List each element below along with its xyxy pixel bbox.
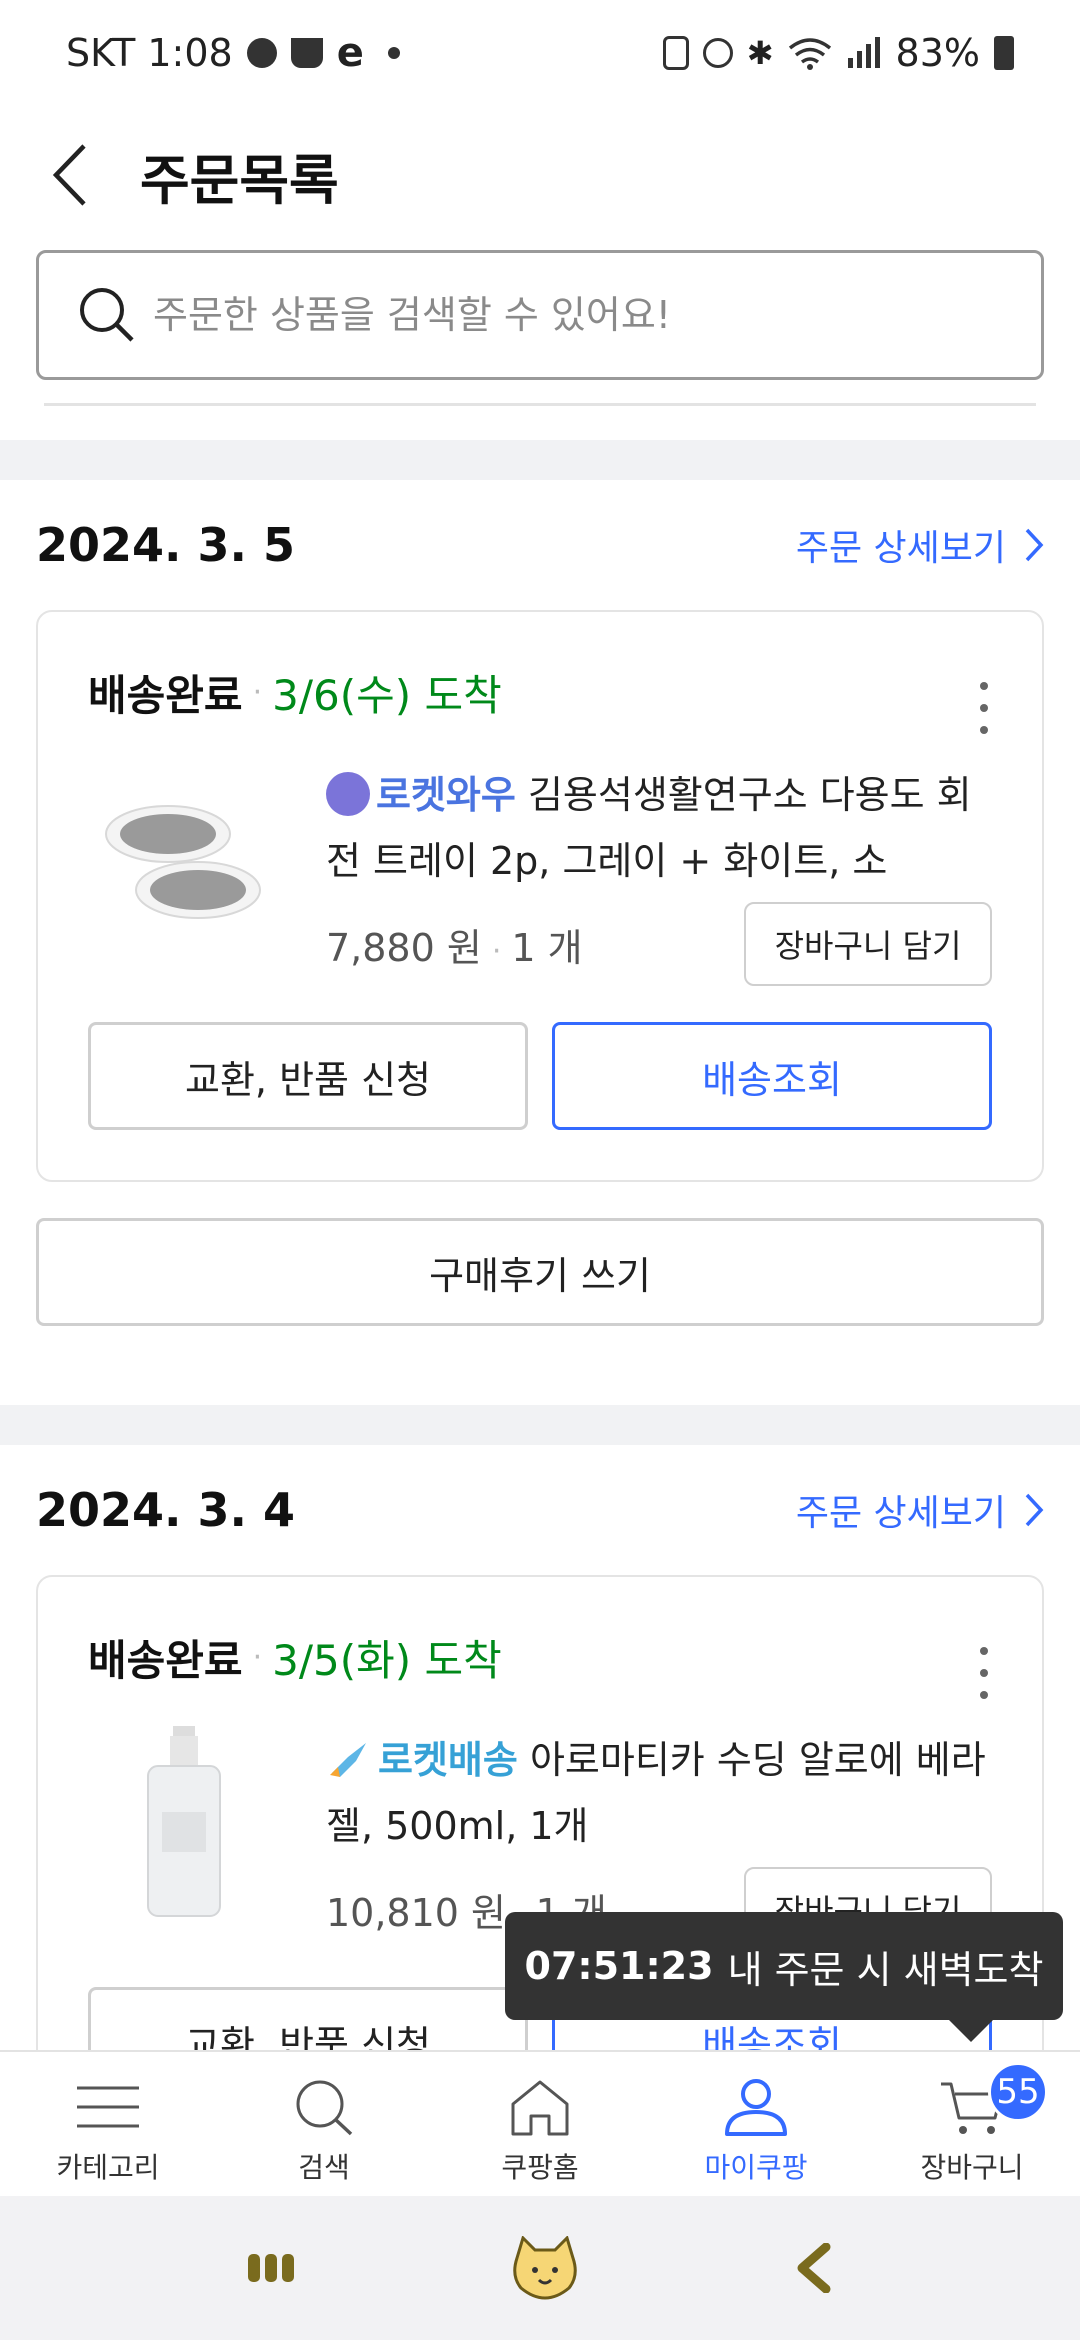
order-search-box[interactable] [36,250,1044,380]
battery-icon [994,35,1014,70]
user-icon [725,2079,787,2136]
vibrate-icon [662,35,689,70]
separator-dot: · [252,674,263,710]
e-notification-icon: e [336,29,364,76]
order-detail-label: 주문 상세보기 [795,528,1006,569]
nav-label: 검색 [298,2151,350,2184]
home-button-icon[interactable] [509,2236,581,2300]
bottom-navigation: 카테고리 검색 쿠팡홈 마이쿠팡 장바구니 55 [0,2050,1080,2196]
wifi-icon [788,37,831,70]
separator-dot: · [252,1639,263,1675]
app-header: 주문목록 [0,105,1080,245]
back-icon[interactable] [794,2243,834,2293]
order-date: 2024. 3. 5 [36,518,296,572]
system-navigation-bar [0,2196,1080,2340]
more-options-icon[interactable] [974,682,994,734]
write-review-button[interactable]: 구매후기 쓰기 [36,1218,1044,1326]
app-notification-icon [246,37,277,68]
search-icon [296,2080,353,2136]
nav-label: 쿠팡홈 [501,2151,579,2184]
product-image[interactable] [88,762,278,952]
battery-percent: 83% [895,30,980,75]
signal-icon [847,36,880,68]
order-detail-link[interactable]: 주문 상세보기 [796,1484,1044,1536]
back-arrow-icon [52,144,86,206]
tooltip-text: 내 주문 시 새벽도착 [727,1947,1044,1992]
dawn-delivery-tooltip: 07:51:23 내 주문 시 새벽도착 [505,1912,1063,2042]
rocket-wow-badge: 로켓와우 [376,773,516,817]
delivery-status: 배송완료 [88,670,243,720]
nav-label: 장바구니 [920,2151,1024,2184]
menu-icon [77,2086,139,2128]
track-delivery-button[interactable]: 배송조회 [552,1022,992,1130]
recent-apps-icon[interactable] [246,2248,296,2288]
rocket-delivery-icon [330,1743,366,1777]
coffee-notification-icon [290,37,323,68]
nav-my-coupang[interactable]: 마이쿠팡 [648,2052,864,2196]
chevron-right-icon [1025,1493,1044,1527]
status-bar: SKT 1:08 e ✱ 83% [0,0,1080,105]
cart-count-badge: 55 [988,2062,1048,2122]
order-card: 배송완료 · 3/6(수) 도착 로켓와우 김용석생활연구소 다용도 회전 트레… [36,610,1044,1182]
product-image[interactable] [88,1726,278,1917]
home-icon [511,2080,569,2136]
nav-search[interactable]: 검색 [216,2052,432,2196]
product-price: 10,810 원 [326,1890,507,1935]
separator-dot: · [491,933,502,969]
more-notifications-icon [387,46,400,59]
nav-home[interactable]: 쿠팡홈 [432,2052,648,2196]
add-to-cart-button[interactable]: 장바구니 담기 [744,902,992,986]
delivery-status: 배송완료 [88,1635,243,1685]
divider [44,403,1036,406]
arrival-date: 3/6(수) 도착 [272,670,502,720]
rocket-delivery-badge: 로켓배송 [378,1738,518,1782]
more-options-icon[interactable] [974,1647,994,1699]
arrival-date: 3/5(화) 도착 [272,1635,502,1685]
rocket-wow-icon [326,772,370,816]
order-detail-link[interactable]: 주문 상세보기 [796,519,1044,571]
section-gap [0,1405,1080,1445]
chevron-right-icon [1025,528,1044,562]
order-group: 2024. 3. 5 주문 상세보기 배송완료 · 3/6(수) 도착 로켓와우… [0,480,1080,1405]
search-input[interactable] [153,293,953,337]
nav-category[interactable]: 카테고리 [0,2052,216,2196]
back-button[interactable] [0,105,140,245]
status-time: SKT 1:08 [66,30,233,75]
exchange-return-button[interactable]: 교환, 반품 신청 [88,1022,528,1130]
exchange-return-button[interactable]: 교환, 반품 신청 [88,1987,528,2050]
countdown-timer: 07:51:23 [524,1944,714,1988]
search-icon [80,288,134,342]
nav-cart[interactable]: 장바구니 55 [864,2052,1080,2196]
alarm-icon [702,37,733,68]
bluetooth-icon: ✱ [746,33,774,72]
order-date: 2024. 3. 4 [36,1483,296,1537]
section-gap [0,440,1080,480]
order-detail-label: 주문 상세보기 [795,1493,1006,1534]
product-price: 7,880 원 [326,925,482,970]
page-title: 주문목록 [140,148,339,212]
product-quantity: 1 개 [511,925,583,970]
nav-label: 카테고리 [56,2151,160,2184]
nav-label: 마이쿠팡 [704,2151,808,2184]
